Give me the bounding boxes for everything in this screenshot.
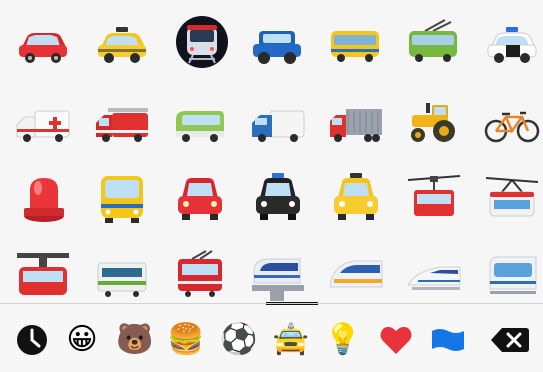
category-symbols[interactable] bbox=[376, 320, 416, 360]
oncoming-bus-emoji[interactable] bbox=[92, 168, 152, 228]
category-animals[interactable]: 🐻 bbox=[115, 320, 155, 360]
taxi-icon bbox=[98, 27, 146, 63]
delivery-truck-icon bbox=[252, 110, 305, 142]
bicycle-emoji[interactable] bbox=[482, 95, 542, 155]
category-bar: 😀 🐻 🍔 ⚽ 🚖 💡 bbox=[0, 306, 543, 372]
police-light-emoji[interactable] bbox=[14, 168, 74, 228]
oncoming-bus-icon bbox=[101, 176, 143, 223]
monorail-emoji[interactable] bbox=[248, 245, 308, 305]
monorail-icon bbox=[252, 258, 304, 301]
police-car-emoji[interactable] bbox=[482, 15, 542, 75]
emoji-grid bbox=[0, 0, 543, 302]
oncoming-car-emoji[interactable] bbox=[170, 168, 230, 228]
aerial-tramway-emoji[interactable] bbox=[404, 168, 464, 228]
mountain-cableway-emoji[interactable] bbox=[482, 168, 542, 228]
minibus-icon bbox=[176, 111, 224, 142]
metro-train-front-emoji[interactable] bbox=[172, 12, 232, 72]
minibus-emoji[interactable] bbox=[170, 95, 230, 155]
police-light-icon bbox=[24, 178, 64, 222]
tram-emoji[interactable] bbox=[170, 245, 230, 305]
tractor-icon bbox=[411, 103, 455, 142]
railway-car-emoji[interactable] bbox=[92, 245, 152, 305]
fire-engine-icon bbox=[96, 108, 148, 142]
light-rail-icon bbox=[489, 256, 537, 294]
bus-icon bbox=[331, 31, 379, 62]
red-car-emoji[interactable] bbox=[13, 15, 73, 75]
mountain-cableway-icon bbox=[485, 177, 539, 217]
tractor-emoji[interactable] bbox=[404, 92, 464, 152]
flag-icon bbox=[432, 329, 464, 351]
fire-engine-emoji[interactable] bbox=[92, 95, 152, 155]
tram-icon bbox=[178, 250, 222, 297]
delete-button[interactable] bbox=[490, 320, 530, 360]
category-smileys[interactable]: 😀 bbox=[62, 320, 102, 360]
delivery-truck-emoji[interactable] bbox=[248, 95, 308, 155]
category-flags[interactable] bbox=[428, 320, 468, 360]
oncoming-car-icon bbox=[178, 178, 222, 220]
metro-icon bbox=[176, 16, 228, 68]
aerial-tramway-icon bbox=[407, 175, 461, 216]
high-speed-train-emoji[interactable] bbox=[326, 245, 386, 305]
category-travel[interactable]: 🚖 bbox=[271, 320, 311, 360]
railway-car-icon bbox=[97, 262, 147, 297]
bullet-train-icon bbox=[407, 266, 461, 290]
bicycle-icon bbox=[484, 111, 540, 143]
articulated-lorry-emoji[interactable] bbox=[326, 95, 386, 155]
suspension-railway-emoji[interactable] bbox=[13, 245, 73, 305]
bear-icon: 🐻 bbox=[116, 322, 154, 357]
red-car-icon bbox=[19, 33, 67, 63]
oncoming-police-car-icon bbox=[256, 173, 300, 220]
police-car-icon bbox=[487, 27, 537, 63]
category-activity[interactable]: ⚽ bbox=[219, 320, 259, 360]
divider bbox=[0, 303, 543, 304]
backspace-icon bbox=[491, 328, 529, 352]
light-bulb-icon: 💡 bbox=[324, 322, 362, 357]
light-rail-emoji[interactable] bbox=[482, 245, 542, 305]
high-speed-train-icon bbox=[329, 260, 383, 288]
oncoming-taxi-icon bbox=[334, 173, 378, 220]
soccer-ball-icon: ⚽ bbox=[220, 322, 258, 357]
suspension-railway-icon bbox=[17, 253, 69, 295]
oncoming-police-car-emoji[interactable] bbox=[248, 168, 308, 228]
bus-emoji[interactable] bbox=[325, 15, 385, 75]
taxi-icon: 🚖 bbox=[272, 322, 310, 357]
oncoming-taxi-emoji[interactable] bbox=[326, 168, 386, 228]
blue-suv-emoji[interactable] bbox=[247, 15, 307, 75]
category-recent[interactable] bbox=[12, 320, 52, 360]
ambulance-emoji[interactable] bbox=[13, 95, 73, 155]
category-food[interactable]: 🍔 bbox=[166, 320, 206, 360]
taxi-emoji[interactable] bbox=[92, 15, 152, 75]
heart-icon bbox=[380, 326, 412, 354]
trolleybus-emoji[interactable] bbox=[403, 12, 463, 72]
trolleybus-icon bbox=[409, 19, 457, 62]
bullet-train-emoji[interactable] bbox=[404, 245, 464, 305]
lorry-icon bbox=[330, 109, 382, 142]
smiley-icon: 😀 bbox=[66, 322, 98, 357]
suv-icon bbox=[253, 31, 301, 64]
category-objects[interactable]: 💡 bbox=[323, 320, 363, 360]
ambulance-icon bbox=[16, 110, 70, 142]
clock-icon bbox=[17, 325, 47, 355]
burger-icon: 🍔 bbox=[167, 322, 205, 357]
